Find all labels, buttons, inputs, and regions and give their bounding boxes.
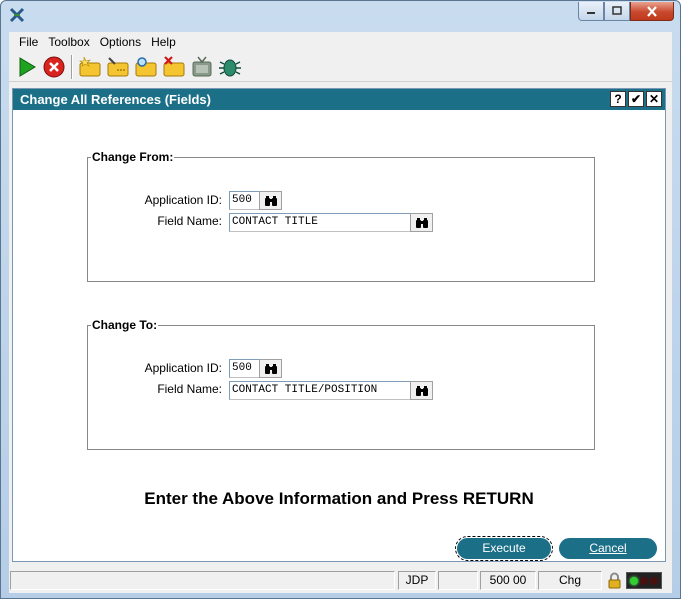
app-window: File Toolbox Options Help Change All Ref… <box>0 0 681 599</box>
change-from-legend: Change From: <box>91 150 175 164</box>
help-button[interactable]: ? <box>610 91 626 107</box>
status-user: JDP <box>398 571 436 590</box>
stop-icon <box>43 56 65 78</box>
maximize-icon <box>612 6 622 15</box>
minimize-icon <box>587 12 595 14</box>
dialog-close-button[interactable]: ✕ <box>646 91 662 107</box>
change-from-group: Change From: Application ID: 500 Field N… <box>87 150 595 282</box>
from-field-name-lookup-button[interactable] <box>410 213 433 232</box>
binoculars-icon <box>264 195 277 206</box>
delete-folder-icon <box>163 56 185 77</box>
binoculars-icon <box>415 217 428 228</box>
debug-button[interactable] <box>216 54 244 80</box>
delete-button[interactable] <box>160 54 188 80</box>
change-to-group: Change To: Application ID: 500 Field Nam… <box>87 318 595 450</box>
run-icon <box>19 57 36 77</box>
new-button[interactable] <box>76 54 104 80</box>
lock-icon <box>608 572 621 589</box>
to-app-id-lookup-button[interactable] <box>259 359 282 378</box>
tv-icon <box>192 56 212 77</box>
stop-button[interactable] <box>40 54 68 80</box>
status-bar: JDP 500 00 Chg <box>9 569 672 591</box>
from-field-name-field[interactable]: CONTACT TITLE <box>229 213 411 232</box>
to-field-name-label: Field Name: <box>157 382 222 396</box>
cancel-button-label: Cancel <box>589 541 627 555</box>
bug-icon <box>219 59 241 77</box>
edit-button[interactable] <box>104 54 132 80</box>
status-message-cell <box>10 571 395 590</box>
binoculars-icon <box>415 385 428 396</box>
change-to-legend: Change To: <box>91 318 159 332</box>
status-blank-cell <box>438 571 478 590</box>
close-window-button[interactable] <box>630 2 674 21</box>
change-references-dialog: Change All References (Fields) ? ✔ ✕ Cha… <box>12 88 666 562</box>
dialog-title: Change All References (Fields) ? ✔ ✕ <box>13 89 665 110</box>
menu-file[interactable]: File <box>14 32 43 52</box>
status-code: 500 00 <box>480 571 536 590</box>
from-app-id-field[interactable]: 500 <box>229 191 260 210</box>
minimize-button[interactable] <box>578 2 604 21</box>
to-field-name-lookup-button[interactable] <box>410 381 433 400</box>
menu-bar: File Toolbox Options Help <box>9 32 672 52</box>
red-light-icon <box>640 576 648 585</box>
close-icon <box>647 5 657 17</box>
status-mode: Chg <box>538 571 602 590</box>
execute-button[interactable]: Execute <box>455 536 553 561</box>
menu-help[interactable]: Help <box>146 32 181 52</box>
menu-toolbox[interactable]: Toolbox <box>43 32 94 52</box>
new-folder-icon <box>79 56 101 77</box>
maximize-button[interactable] <box>604 2 630 21</box>
run-button[interactable] <box>12 54 40 80</box>
status-lights <box>626 572 662 589</box>
toolbar-separator <box>71 55 73 79</box>
edit-folder-icon <box>107 57 129 77</box>
toolbar <box>9 53 672 82</box>
cancel-button[interactable]: Cancel <box>559 538 657 559</box>
client-area: File Toolbox Options Help Change All Ref… <box>9 32 672 593</box>
app-logo-icon <box>9 7 25 23</box>
title-bar <box>1 1 680 31</box>
dialog-title-text: Change All References (Fields) <box>20 92 211 107</box>
to-app-id-label: Application ID: <box>144 361 222 375</box>
from-app-id-label: Application ID: <box>144 193 222 207</box>
green-light-icon <box>630 576 638 585</box>
search-folder-icon <box>135 57 157 77</box>
to-app-id-field[interactable]: 500 <box>229 359 260 378</box>
tv-button[interactable] <box>188 54 216 80</box>
red-light-icon <box>650 576 658 585</box>
from-app-id-lookup-button[interactable] <box>259 191 282 210</box>
to-field-name-field[interactable]: CONTACT TITLE/POSITION <box>229 381 411 400</box>
instruction-prompt: Enter the Above Information and Press RE… <box>144 489 534 508</box>
menu-options[interactable]: Options <box>95 32 146 52</box>
binoculars-icon <box>264 363 277 374</box>
from-field-name-label: Field Name: <box>157 214 222 228</box>
confirm-button[interactable]: ✔ <box>628 91 644 107</box>
search-button[interactable] <box>132 54 160 80</box>
